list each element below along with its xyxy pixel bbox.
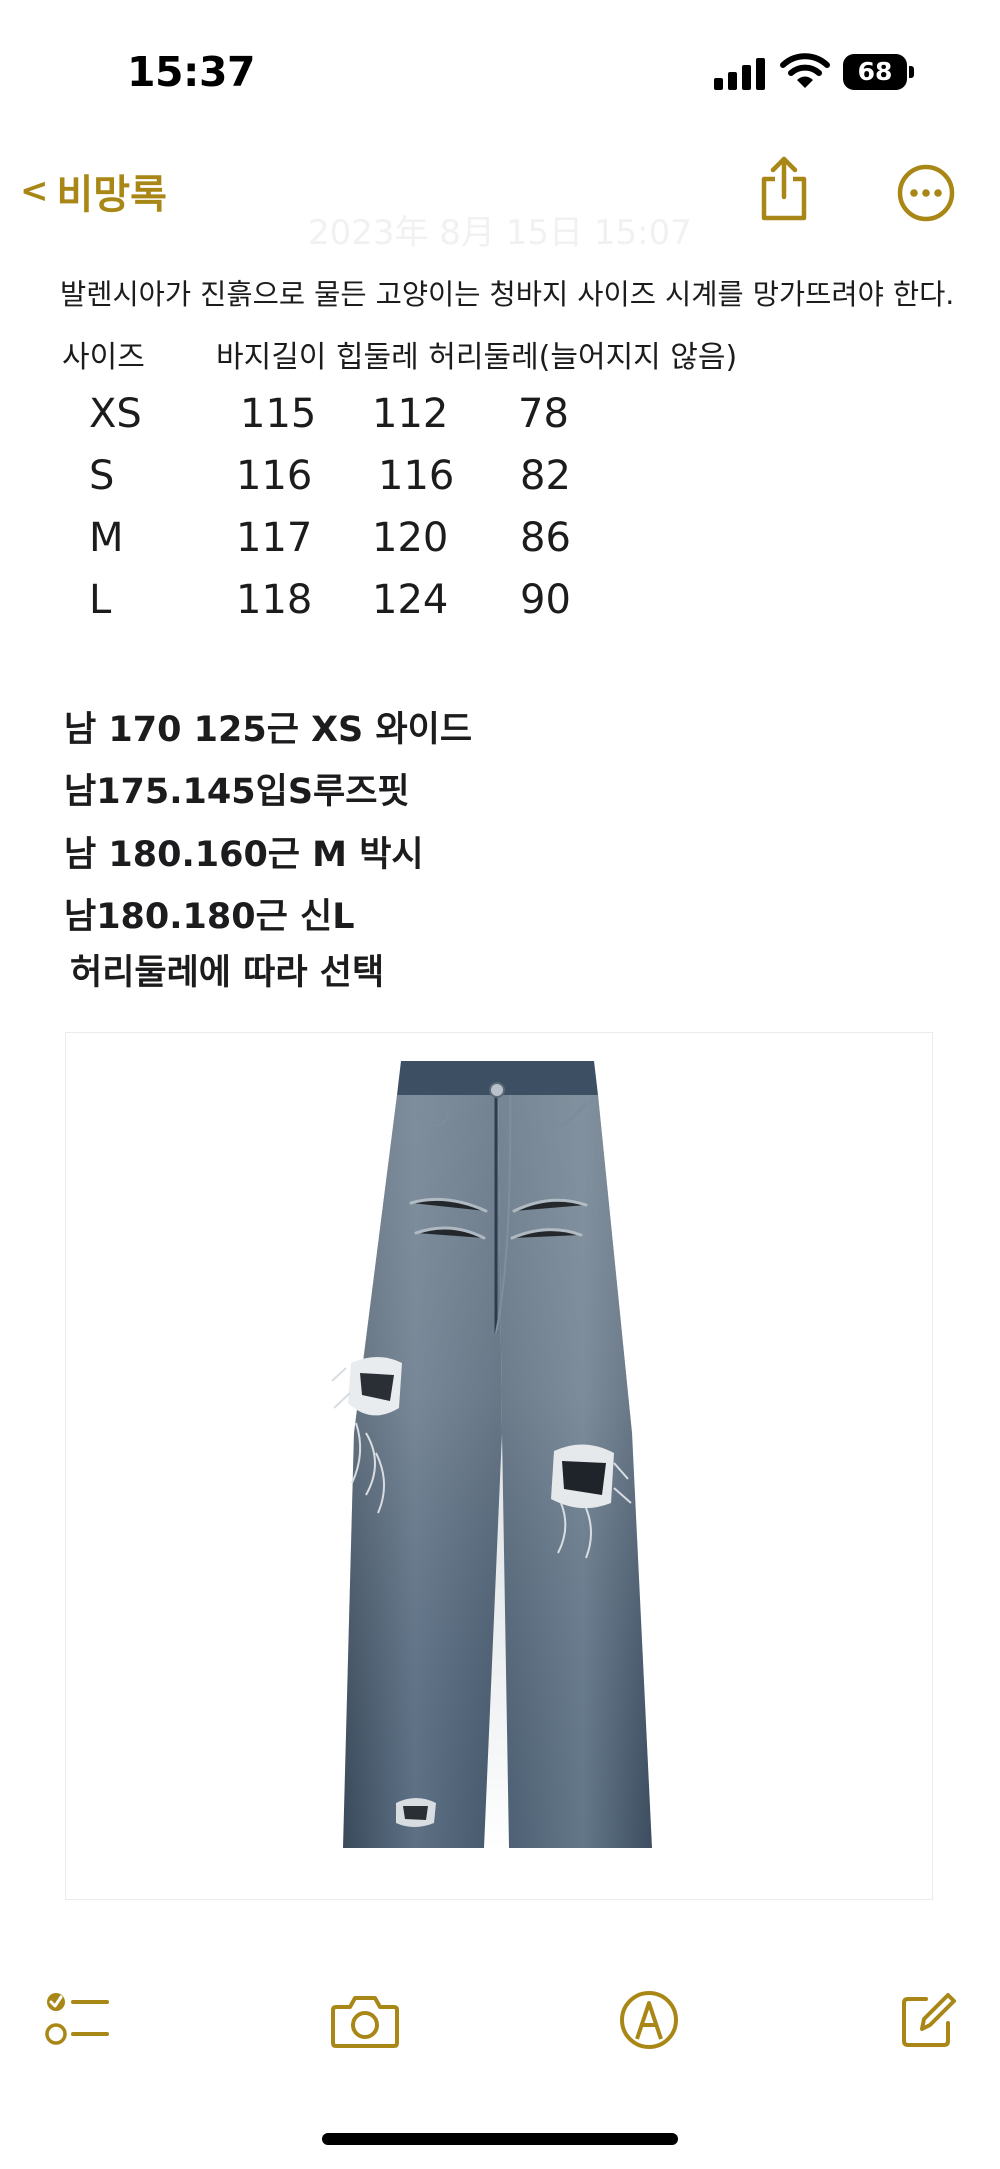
note-date: 2023年 8月 15日 15:07 <box>308 213 692 253</box>
waist-cell: 78 <box>518 391 569 437</box>
compose-icon[interactable] <box>900 1991 956 2049</box>
hip-cell: 124 <box>372 577 449 623</box>
markup-pen-icon[interactable] <box>618 1989 680 2051</box>
waist-cell: 86 <box>520 515 571 561</box>
waist-cell: 90 <box>520 577 571 623</box>
measurement-columns-header: 바지길이 힙둘레 허리둘레(늘어지지 않음) <box>216 340 738 375</box>
selection-note: 허리둘레에 따라 선택 <box>70 953 385 993</box>
size-cell: XS <box>89 391 142 437</box>
size-row-l: L 118 124 90 <box>0 577 1000 637</box>
share-icon[interactable] <box>756 155 812 223</box>
size-cell: S <box>89 453 115 499</box>
checklist-icon[interactable] <box>45 1988 111 2050</box>
length-cell: 117 <box>236 515 313 561</box>
size-row-s: S 116 116 82 <box>0 453 1000 513</box>
length-cell: 118 <box>236 577 313 623</box>
more-icon[interactable] <box>897 164 955 222</box>
distressed-jeans-illustration <box>331 1061 652 1848</box>
home-indicator <box>322 2133 678 2145</box>
length-cell: 116 <box>236 453 313 499</box>
status-time: 15:37 <box>127 48 256 96</box>
fit-recommendation: 남180.180근 신L <box>64 897 355 937</box>
fit-recommendation: 남 180.160근 M 박시 <box>64 835 424 875</box>
fit-recommendation: 남 170 125근 XS 와이드 <box>64 710 473 750</box>
back-label: 비망록 <box>56 172 167 218</box>
waist-cell: 82 <box>520 453 571 499</box>
size-row-m: M 117 120 86 <box>0 515 1000 575</box>
camera-icon[interactable] <box>330 1993 400 2049</box>
size-cell: L <box>89 577 112 623</box>
size-row-xs: XS 115 112 78 <box>0 391 1000 451</box>
back-button[interactable]: < 비망록 <box>20 162 167 220</box>
cellular-signal-icon <box>714 56 766 90</box>
note-intro-text: 발렌시아가 진흙으로 물든 고양이는 청바지 사이즈 시계를 망가뜨려야 한다. <box>60 278 955 311</box>
hip-cell: 112 <box>372 391 449 437</box>
hip-cell: 116 <box>378 453 455 499</box>
wifi-icon <box>780 53 830 88</box>
size-cell: M <box>89 515 124 561</box>
fit-recommendation: 남175.145입S루즈핏 <box>64 772 410 812</box>
size-column-header: 사이즈 <box>62 340 145 375</box>
hip-cell: 120 <box>372 515 449 561</box>
battery-indicator: 68 <box>843 54 907 90</box>
back-chevron-icon: < <box>20 171 49 211</box>
length-cell: 115 <box>240 391 317 437</box>
battery-cap <box>909 66 914 78</box>
jeans-photo[interactable] <box>65 1032 933 1900</box>
